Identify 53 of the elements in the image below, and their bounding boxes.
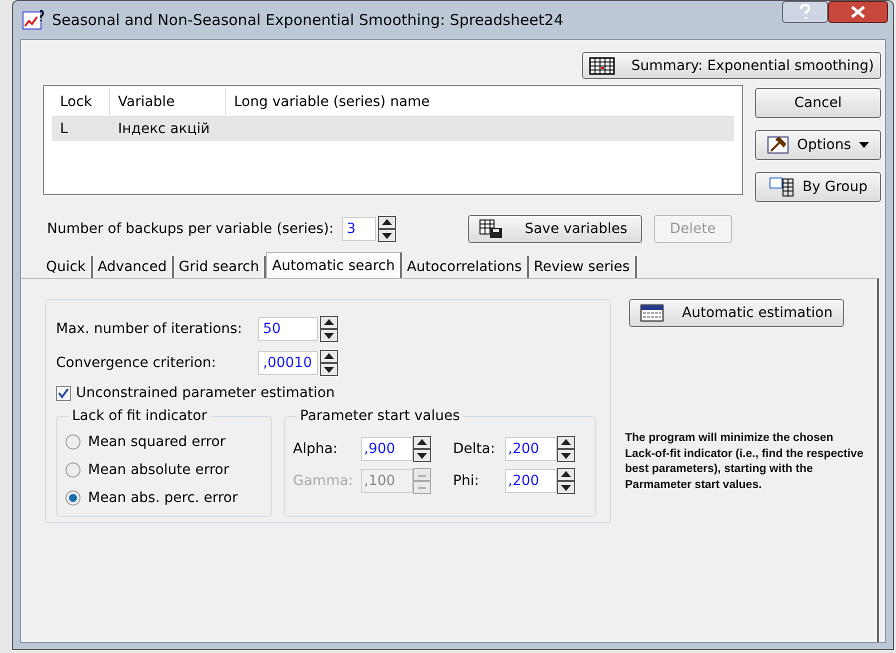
field-label: Convergence criterion:	[56, 355, 218, 371]
parameter-field[interactable]: ,200	[505, 469, 557, 493]
hammer-icon	[766, 136, 789, 154]
options-button[interactable]: Options	[755, 130, 881, 160]
parameter-field[interactable]: ,200	[505, 437, 557, 461]
close-icon[interactable]	[828, 1, 888, 23]
table-icon	[640, 304, 664, 322]
field-label: Alpha:	[293, 441, 339, 457]
spin-icon[interactable]	[557, 436, 575, 462]
column-header[interactable]: Variable	[110, 88, 226, 116]
radio-button[interactable]	[65, 490, 81, 506]
spreadsheet-icon	[589, 56, 616, 74]
field-label: Phi:	[453, 473, 480, 489]
chart-icon	[22, 9, 46, 31]
column-header[interactable]: Lock	[52, 88, 110, 116]
save-icon	[478, 219, 503, 239]
field-label: Max. number of iterations:	[56, 321, 244, 337]
table-cell-text: L	[59, 121, 69, 137]
spin-icon[interactable]	[320, 316, 338, 342]
radio-label: Mean squared error	[88, 434, 226, 450]
spin-icon[interactable]	[413, 436, 431, 462]
radio-label: Mean absolute error	[88, 462, 230, 478]
cancel-button[interactable]: Cancel	[755, 88, 881, 118]
spin-icon[interactable]	[378, 216, 396, 242]
note-text: The program will minimize the chosen Lack-of-fit indicator (i.e., find the respective best parameters), starting with the Parmameter start values.	[625, 431, 864, 493]
tab[interactable]: Automatic search	[266, 252, 402, 278]
backups-field[interactable]: 3	[342, 217, 376, 241]
spin-icon[interactable]	[320, 350, 338, 376]
help-icon[interactable]	[782, 1, 828, 23]
convergence-field[interactable]: ,00010	[258, 351, 318, 375]
iterations-field[interactable]: 50	[258, 317, 318, 341]
table-cell-text: Індекс акцій	[117, 121, 211, 137]
radio-button[interactable]	[65, 434, 81, 450]
checkbox-label: Unconstrained parameter estimation	[76, 385, 335, 401]
radio-label: Mean abs. perc. error	[88, 490, 238, 506]
parameter-field[interactable]: ,900	[361, 437, 413, 461]
by-group-button[interactable]: By Group	[755, 172, 881, 202]
window-title: Seasonal and Non-Seasonal Exponential Smoothing: Spreadsheet24	[52, 11, 564, 29]
checkbox[interactable]	[56, 386, 71, 400]
group-title: Parameter start values	[299, 408, 461, 424]
spin-icon[interactable]	[557, 468, 575, 494]
backups-label: Number of backups per variable (series):	[47, 221, 334, 237]
automatic-estimation-button[interactable]: Automatic estimation	[629, 299, 844, 327]
group-title: Lack of fit indicator	[71, 408, 208, 424]
table-row[interactable]: L Індекс акцій	[52, 117, 734, 141]
radio-button[interactable]	[65, 462, 81, 478]
caret-icon	[859, 142, 870, 148]
column-header[interactable]: Long variable (series) name	[226, 88, 734, 116]
field-label: Delta:	[453, 441, 496, 457]
field-label: Gamma:	[293, 473, 354, 489]
summary-button[interactable]: Summary: Exponential smoothing)	[582, 52, 881, 79]
grouping-icon	[768, 177, 795, 197]
save-variables-button[interactable]: Save variables	[468, 215, 642, 243]
